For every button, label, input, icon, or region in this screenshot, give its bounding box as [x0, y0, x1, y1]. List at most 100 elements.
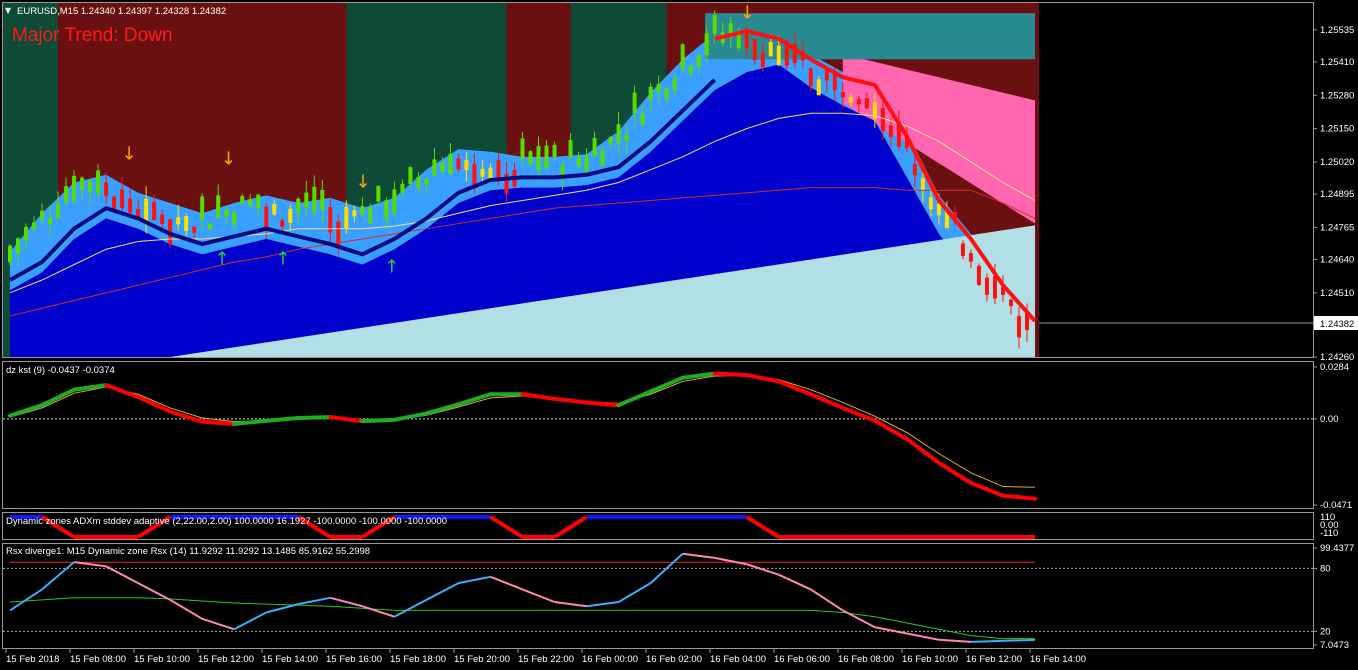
candle-body [296, 198, 301, 213]
kst-tick-label: -0.0471 [1320, 500, 1352, 511]
candle-body [304, 192, 309, 208]
candle-body [104, 182, 109, 196]
kst-segment [648, 375, 685, 394]
time-tick-label: 15 Feb 22:00 [518, 654, 574, 665]
candle-body [416, 177, 421, 188]
candle-body [448, 154, 453, 175]
time-tick-label: 16 Feb 04:00 [710, 654, 766, 665]
candle-body [848, 96, 853, 103]
adx-segment [745, 515, 780, 539]
candle-body [480, 168, 485, 177]
candle-body [24, 226, 29, 241]
rsx-segment [458, 575, 491, 585]
candle-body [192, 227, 197, 233]
price-plot-area[interactable]: ↓ ↓ ↓ ↓ ↑ ↑ ↑ [0, 2, 1313, 357]
candle-body [920, 178, 925, 190]
rsx-segment [874, 626, 908, 635]
time-tick-label: 15 Feb 16:00 [326, 654, 382, 665]
price-axis[interactable]: 1.25535 1.25410 1.25280 1.25150 1.25020 1.248… [1313, 25, 1354, 363]
candle-body [936, 204, 941, 216]
rsx-segment [618, 582, 652, 603]
candle-body [272, 203, 277, 215]
rsx-segment [298, 596, 331, 606]
candle-body [144, 198, 149, 222]
price-panel[interactable]: ↓ ↓ ↓ ↓ ↑ ↑ ↑ EURUSD,M15 1.24340 1.24397 1.243… [0, 2, 1313, 357]
kst-segment [584, 400, 621, 408]
buy-arrow-icon: ↑ [275, 249, 290, 270]
candle-body [224, 209, 229, 217]
candle-body [312, 186, 317, 212]
candle-body [208, 223, 213, 230]
rsx-segment [554, 601, 587, 608]
candle-body [880, 107, 885, 132]
sell-arrow-icon: ↓ [221, 149, 236, 170]
candle-body [240, 195, 245, 204]
kst-segment [328, 415, 365, 424]
time-tick-label: 15 Feb 08:00 [70, 654, 126, 665]
candle-body [128, 198, 133, 213]
candle-body [432, 159, 437, 176]
candle-body [200, 196, 205, 220]
candle-body [376, 185, 381, 202]
rsx-segment [425, 582, 459, 601]
time-tick-label: 15 Feb 2018 [6, 654, 59, 665]
rsx-axis: 99.4377 80 20 7.0473 [1313, 543, 1354, 651]
candle-body [568, 140, 573, 158]
candle-body [704, 33, 709, 56]
candle-body [640, 113, 645, 125]
price-tick-label: 1.25020 [1320, 157, 1354, 168]
candle-body [616, 124, 621, 144]
rsx-line [9, 552, 1036, 643]
candle-body [968, 253, 973, 262]
time-tick-label: 16 Feb 00:00 [582, 654, 638, 665]
candle-body [184, 216, 189, 231]
adx-axis: 1100.00-110 [1320, 512, 1339, 539]
price-tick-label: 1.24765 [1320, 222, 1354, 233]
adx-panel[interactable]: Dynamic zones ADXm stddev adaptive (2,22… [6, 515, 1035, 539]
rsx-segment [490, 575, 523, 591]
time-tick-label: 15 Feb 14:00 [262, 654, 318, 665]
candle-body [160, 214, 165, 224]
price-tick-label: 1.24895 [1320, 189, 1354, 200]
candle-body [536, 146, 541, 171]
candle-body [256, 194, 261, 209]
rsx-segment [41, 561, 75, 591]
time-axis[interactable]: 15 Feb 2018 15 Feb 08:00 15 Feb 10:00 15 Fe… [5, 649, 1086, 665]
kst-segment [200, 419, 237, 427]
rsx-lower-zone-line [9, 597, 1036, 640]
candle-body [344, 206, 349, 229]
rsx-segment [201, 617, 235, 631]
kst-signal-line [9, 374, 1036, 488]
candle-body [152, 201, 157, 221]
candle-body [288, 208, 293, 223]
candle-body [440, 162, 445, 173]
rsx-panel[interactable]: Rsx diverge1: M15 Dynamic zone Rsx (14) … [3, 546, 1313, 643]
kst-segment [136, 394, 173, 414]
candle-body [608, 136, 613, 145]
trading-chart-window[interactable]: ↓ ↓ ↓ ↓ ↑ ↑ ↑ EURUSD,M15 1.24340 1.24397 1.243… [0, 0, 1358, 670]
kst-segment [712, 371, 749, 378]
rsx-segment [265, 603, 299, 614]
rsx-panel-header: Rsx diverge1: M15 Dynamic zone Rsx (14) … [6, 546, 370, 557]
rsx-segment [522, 588, 555, 603]
current-price-label: 1.24382 [1320, 319, 1354, 330]
candle-body [528, 151, 533, 165]
rsx-segment [682, 552, 715, 559]
candle-body [680, 44, 685, 69]
candle-body [408, 167, 413, 184]
price-tick-label: 1.24640 [1320, 254, 1354, 265]
kst-panel[interactable]: dz kst (9) -0.0437 -0.0374 [3, 365, 1313, 501]
collapse-triangle-icon[interactable]: ▼ [5, 6, 12, 15]
rsx-segment [73, 561, 107, 568]
kst-tick-label: 0.00 [1320, 414, 1339, 425]
major-trend-label: Major Trend: Down [12, 25, 173, 46]
candle-body [816, 79, 821, 96]
rsx-tick-label: 80 [1320, 563, 1331, 574]
price-tick-label: 1.25410 [1320, 57, 1354, 68]
candle-body [248, 199, 253, 207]
rsx-segment [1002, 638, 1036, 642]
candle-body [712, 14, 717, 34]
candle-body [8, 245, 12, 263]
candle-body [424, 178, 429, 185]
kst-segment [424, 402, 461, 416]
